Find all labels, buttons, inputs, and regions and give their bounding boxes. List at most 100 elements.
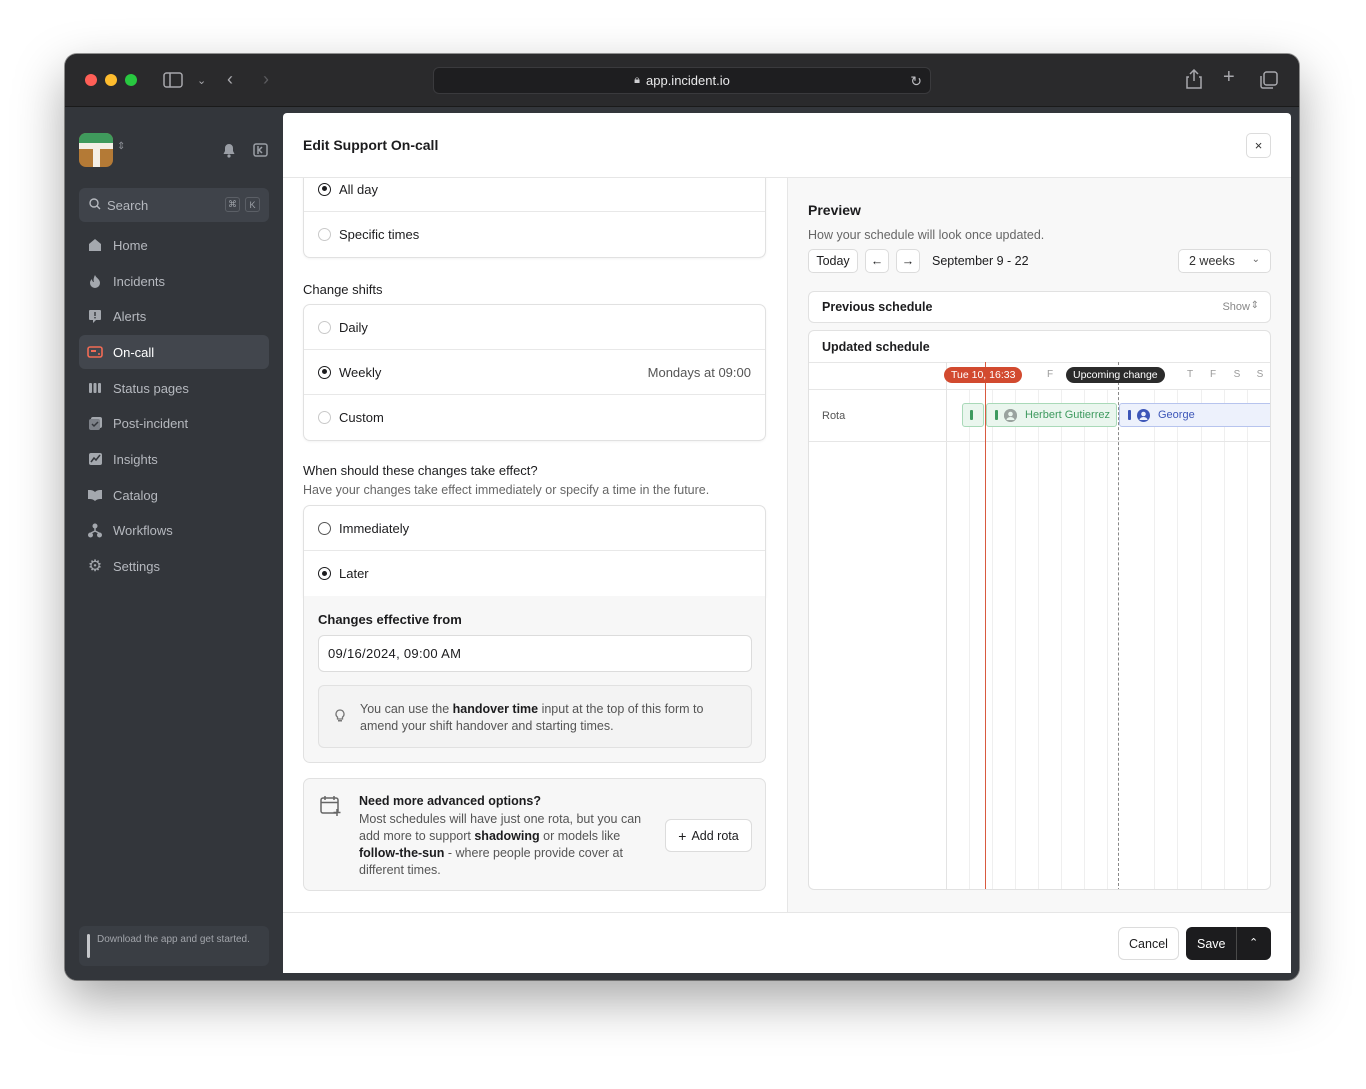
modal-footer: Cancel Save ⌃ [283, 912, 1291, 973]
option-label: All day [339, 181, 379, 197]
sidebar-item-on-call[interactable]: On-call [79, 335, 269, 369]
modal-title: Edit Support On-call [303, 137, 439, 153]
previous-schedule-panel[interactable]: Previous schedule Show ⇕ [808, 291, 1271, 323]
grid-line [1247, 390, 1248, 889]
radio-custom[interactable] [318, 411, 331, 424]
option-all-day[interactable]: All day [304, 178, 765, 212]
collapse-sidebar-icon[interactable] [253, 143, 268, 160]
chevron-up-icon[interactable]: ⌃ [1249, 936, 1258, 949]
change-shifts-label: Change shifts [303, 282, 383, 297]
schedule-preview: Preview How your schedule will look once… [787, 178, 1291, 912]
sidebar-item-incidents[interactable]: Incidents [79, 264, 269, 298]
day-label: S [1233, 369, 1241, 380]
option-immediately[interactable]: Immediately [304, 506, 765, 551]
chevron-down-icon[interactable]: ⌄ [197, 73, 206, 89]
previous-schedule-title: Previous schedule [822, 300, 933, 314]
shift-block[interactable] [962, 403, 984, 427]
shift-marker [995, 410, 998, 420]
save-button[interactable]: Save ⌃ [1186, 927, 1271, 960]
sidebar-item-label: Home [113, 237, 148, 253]
option-weekly[interactable]: Weekly Mondays at 09:00 [304, 350, 765, 395]
sidebar-item-status-pages[interactable]: Status pages [79, 371, 269, 405]
tab-overview-icon[interactable] [1260, 71, 1278, 93]
grid-line [969, 390, 970, 889]
option-daily[interactable]: Daily [304, 305, 765, 350]
shift-block-george[interactable]: George [1119, 403, 1270, 427]
grid-line [1038, 390, 1039, 889]
sidebar-item-home[interactable]: Home [79, 228, 269, 262]
chevron-down-icon: ⌄ [1251, 254, 1260, 265]
expand-chevron-icon: ⇕ [1250, 300, 1259, 311]
org-switcher-chevron-icon[interactable]: ⇕ [117, 141, 125, 152]
flame-icon [87, 273, 103, 289]
sidebar-item-catalog[interactable]: Catalog [79, 478, 269, 512]
tip-bold: handover time [452, 702, 539, 716]
radio-immediately[interactable] [318, 521, 331, 535]
back-arrow-icon[interactable]: ‹ [227, 70, 233, 88]
upcoming-change-badge: Upcoming change [1066, 367, 1165, 383]
next-period-button[interactable]: → [896, 249, 920, 273]
option-later[interactable]: Later [304, 551, 765, 596]
org-logo[interactable] [79, 133, 113, 167]
timeline-header [809, 362, 1270, 390]
arrow-left-icon: ← [870, 254, 884, 268]
reload-icon[interactable]: ↻ [910, 73, 922, 90]
search-input[interactable]: Search ⌘ K [79, 188, 269, 222]
previous-period-button[interactable]: ← [865, 249, 889, 273]
current-time-line [985, 362, 986, 889]
sidebar-item-alerts[interactable]: Alerts [79, 299, 269, 333]
radio-later[interactable] [318, 567, 331, 580]
advanced-text: Most schedules will have just one rota, … [359, 812, 642, 877]
bell-icon[interactable] [222, 143, 236, 161]
zoom-window-button[interactable] [125, 74, 137, 86]
day-label: S [1256, 369, 1264, 380]
new-tab-icon[interactable]: + [1223, 67, 1235, 87]
alert-icon [87, 308, 103, 324]
post-incident-icon [87, 415, 103, 431]
sidebar-toggle-icon[interactable] [163, 72, 183, 92]
advanced-options-card: Need more advanced options? Most schedul… [303, 778, 766, 891]
radio-weekly[interactable] [318, 365, 331, 379]
avatar [1137, 408, 1150, 422]
date-range: September 9 - 22 [932, 254, 1029, 268]
plus-icon: + [678, 827, 687, 844]
download-app-banner[interactable]: Download the app and get started. [79, 926, 269, 966]
shift-marker [970, 410, 973, 420]
schedule-form: All day Specific times Change shifts Dai… [283, 178, 787, 912]
add-rota-button[interactable]: + Add rota [665, 819, 752, 852]
period-select[interactable]: 2 weeks ⌄ [1178, 249, 1271, 273]
preview-title: Preview [808, 202, 861, 218]
option-label: Custom [339, 410, 384, 425]
effect-options: Immediately Later [303, 505, 766, 597]
sidebar-item-settings[interactable]: ⚙ Settings [79, 549, 269, 583]
sidebar-item-label: Status pages [113, 380, 189, 396]
option-label: Specific times [339, 227, 420, 242]
sidebar-item-workflows[interactable]: Workflows [79, 513, 269, 547]
option-custom[interactable]: Custom [304, 395, 765, 440]
book-icon [87, 487, 103, 503]
grid-line [1107, 390, 1108, 889]
forward-arrow-icon[interactable]: › [263, 70, 269, 88]
close-window-button[interactable] [85, 74, 97, 86]
option-specific-times[interactable]: Specific times [304, 212, 765, 257]
sidebar-item-insights[interactable]: Insights [79, 442, 269, 476]
option-label: Weekly [339, 364, 382, 380]
address-bar[interactable]: 🔒︎ app.incident.io ↻ [433, 67, 931, 94]
lock-icon: 🔒︎ [634, 74, 640, 86]
close-modal-button[interactable]: × [1246, 133, 1271, 158]
radio-specific-times[interactable] [318, 228, 331, 241]
radio-all-day[interactable] [318, 182, 331, 196]
radio-daily[interactable] [318, 320, 331, 334]
shift-block-herbert[interactable]: Herbert Gutierrez [986, 403, 1117, 427]
updated-schedule-panel: Updated schedule F T F S S Rota Herbert … [808, 330, 1271, 890]
share-icon[interactable] [1186, 68, 1202, 93]
effective-from-input[interactable]: 09/16/2024, 09:00 AM [318, 635, 752, 672]
today-button[interactable]: Today [808, 249, 858, 273]
show-toggle[interactable]: Show [1222, 301, 1250, 313]
cancel-button[interactable]: Cancel [1118, 927, 1179, 960]
preview-subtitle: How your schedule will look once updated… [808, 228, 1045, 242]
updated-schedule-title: Updated schedule [822, 340, 930, 354]
minimize-window-button[interactable] [105, 74, 117, 86]
gear-icon: ⚙ [87, 558, 103, 575]
sidebar-item-post-incident[interactable]: Post-incident [79, 406, 269, 440]
